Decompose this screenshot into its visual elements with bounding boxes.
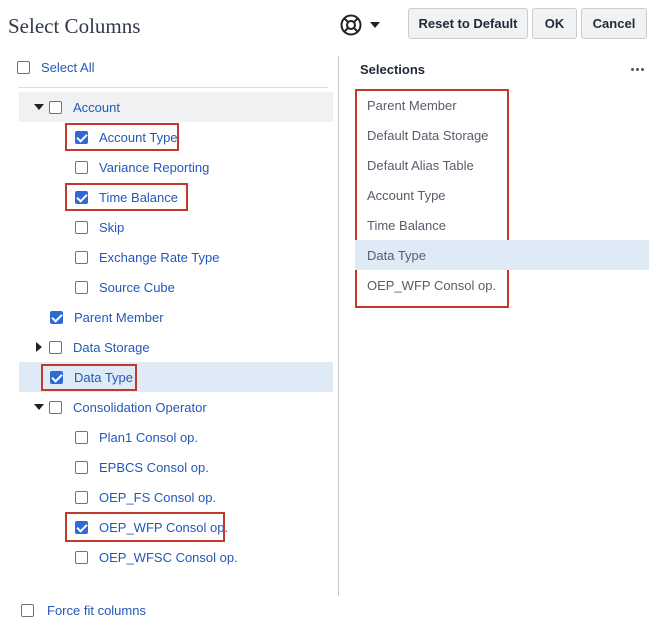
more-horizontal-icon[interactable]	[631, 68, 644, 71]
tree-checkbox[interactable]	[75, 280, 88, 294]
tree-checkbox[interactable]	[49, 400, 62, 414]
selection-item[interactable]: Time Balance	[355, 210, 649, 240]
pane-divider	[338, 56, 339, 596]
tree-row-data-type[interactable]: Data Type	[19, 362, 333, 392]
tree-checkbox[interactable]	[75, 190, 88, 204]
reset-to-default-button[interactable]: Reset to Default	[408, 8, 528, 39]
lifebuoy-icon	[340, 14, 362, 36]
column-tree: Account Account Type Variance Reporting …	[19, 92, 333, 572]
tree-row-account[interactable]: Account	[19, 92, 333, 122]
expand-toggle-icon[interactable]	[31, 100, 47, 114]
ok-button[interactable]: OK	[532, 8, 577, 39]
tree-row-label: Exchange Rate Type	[99, 249, 220, 265]
tree-row-account-type[interactable]: Account Type	[19, 122, 333, 152]
expand-toggle-icon[interactable]	[31, 340, 47, 354]
chevron-down-icon	[370, 22, 380, 28]
tree-row-epbcs-consol-op[interactable]: EPBCS Consol op.	[19, 452, 333, 482]
selection-item[interactable]: Parent Member	[355, 90, 649, 120]
select-all-option[interactable]: Select All	[17, 60, 94, 75]
select-all-checkbox[interactable]	[17, 61, 30, 74]
selection-item[interactable]: Default Alias Table	[355, 150, 649, 180]
tree-row-oep-fs-consol-op[interactable]: OEP_FS Consol op.	[19, 482, 333, 512]
tree-row-source-cube[interactable]: Source Cube	[19, 272, 333, 302]
tree-checkbox[interactable]	[75, 550, 88, 564]
tree-row-label: OEP_WFP Consol op.	[99, 519, 229, 535]
tree-checkbox[interactable]	[50, 310, 63, 324]
tree-checkbox[interactable]	[75, 250, 88, 264]
tree-row-skip[interactable]: Skip	[19, 212, 333, 242]
tree-row-consolidation-operator[interactable]: Consolidation Operator	[19, 392, 333, 422]
selection-item[interactable]: Account Type	[355, 180, 649, 210]
tree-row-label: Time Balance	[99, 189, 178, 205]
list-divider	[18, 87, 328, 88]
selection-item[interactable]: Default Data Storage	[355, 120, 649, 150]
selections-title: Selections	[360, 62, 426, 77]
tree-checkbox[interactable]	[75, 160, 88, 174]
tree-row-time-balance[interactable]: Time Balance	[19, 182, 333, 212]
force-fit-checkbox[interactable]	[21, 604, 34, 617]
tree-row-label: Parent Member	[74, 309, 164, 325]
tree-checkbox[interactable]	[75, 520, 88, 534]
tree-row-label: EPBCS Consol op.	[99, 459, 209, 475]
tree-row-label: Account	[73, 99, 120, 115]
tree-checkbox[interactable]	[75, 220, 88, 234]
tree-row-label: Account Type	[99, 129, 178, 145]
tree-row-label: Variance Reporting	[99, 159, 210, 175]
tree-row-data-storage[interactable]: Data Storage	[19, 332, 333, 362]
tree-row-label: Data Type	[74, 369, 134, 385]
selection-item[interactable]: OEP_WFP Consol op.	[355, 270, 649, 300]
force-fit-label: Force fit columns	[47, 603, 146, 618]
tree-checkbox[interactable]	[75, 430, 88, 444]
tree-row-label: Data Storage	[73, 339, 150, 355]
tree-row-oep-wfsc-consol-op[interactable]: OEP_WFSC Consol op.	[19, 542, 333, 572]
expand-toggle-icon[interactable]	[31, 400, 47, 414]
tree-row-label: OEP_FS Consol op.	[99, 489, 217, 505]
tree-row-label: Source Cube	[99, 279, 175, 295]
tree-checkbox[interactable]	[50, 370, 63, 384]
tree-row-oep-wfp-consol-op[interactable]: OEP_WFP Consol op.	[19, 512, 333, 542]
tree-row-label: Consolidation Operator	[73, 399, 207, 415]
force-fit-option[interactable]: Force fit columns	[21, 603, 146, 618]
tree-row-label: OEP_WFSC Consol op.	[99, 549, 238, 565]
tree-checkbox[interactable]	[75, 460, 88, 474]
selection-item-selected[interactable]: Data Type	[355, 240, 649, 270]
tree-row-exchange-rate-type[interactable]: Exchange Rate Type	[19, 242, 333, 272]
tree-checkbox[interactable]	[75, 130, 88, 144]
tree-checkbox[interactable]	[49, 100, 62, 114]
cancel-button[interactable]: Cancel	[581, 8, 647, 39]
tree-checkbox[interactable]	[75, 490, 88, 504]
dialog-title: Select Columns	[8, 14, 141, 38]
tree-row-label: Skip	[99, 219, 125, 235]
tree-row-label: Plan1 Consol op.	[99, 429, 199, 445]
select-all-label: Select All	[41, 60, 95, 75]
help-menu-button[interactable]	[340, 12, 386, 38]
tree-checkbox[interactable]	[49, 340, 62, 354]
selections-list: Parent Member Default Data Storage Defau…	[355, 90, 649, 300]
tree-row-parent-member[interactable]: Parent Member	[19, 302, 333, 332]
tree-row-variance-reporting[interactable]: Variance Reporting	[19, 152, 333, 182]
tree-row-plan1-consol-op[interactable]: Plan1 Consol op.	[19, 422, 333, 452]
